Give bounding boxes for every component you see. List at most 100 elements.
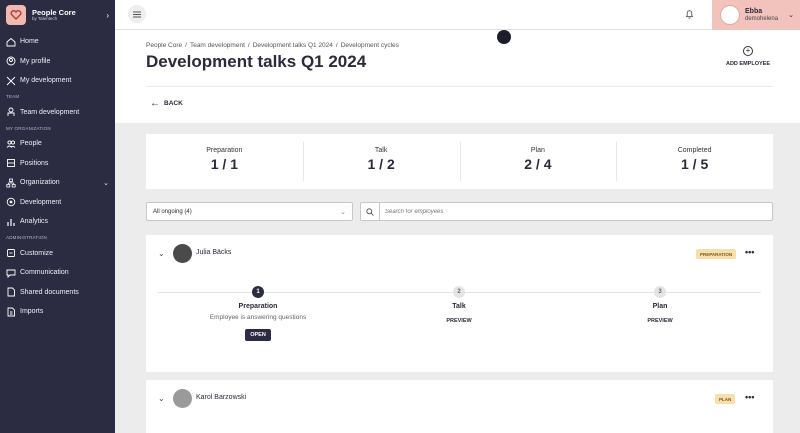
- user-handle: demohelena: [745, 15, 779, 22]
- chevron-down-icon[interactable]: ⌄: [158, 249, 165, 258]
- documents-icon: [6, 287, 16, 297]
- step-preparation: 1 Preparation Employee is answering ques…: [178, 286, 338, 341]
- plus-icon: +: [743, 46, 753, 56]
- sidebar-item-team-development[interactable]: Team development: [0, 103, 115, 123]
- step-subtitle: Employee is answering questions: [209, 314, 307, 321]
- sidebar-item-label: Communication: [20, 269, 69, 277]
- more-options-icon[interactable]: •••: [745, 392, 754, 402]
- more-options-icon[interactable]: •••: [745, 247, 754, 257]
- chevron-down-icon[interactable]: ⌄: [103, 179, 109, 187]
- stat-label: Preparation: [206, 147, 243, 154]
- breadcrumb: People Core / Team development / Development…: [146, 42, 399, 49]
- search-box[interactable]: [360, 202, 773, 221]
- sidebar-item-label: Organization: [20, 179, 60, 187]
- sidebar-item-positions[interactable]: Positions: [0, 154, 115, 174]
- menu-button[interactable]: [128, 5, 146, 23]
- sidebar-item-label: Positions: [20, 159, 49, 167]
- sidebar-item-label: Shared documents: [20, 288, 79, 296]
- stat-value: 2 / 4: [524, 156, 552, 172]
- sidebar-item-development[interactable]: Development: [0, 193, 115, 213]
- employee-name[interactable]: Julia Bäcks: [196, 249, 231, 256]
- add-employee-label: ADD EMPLOYEE: [725, 61, 770, 67]
- step-plan: 3 Plan PREVIEW: [580, 286, 740, 324]
- step-talk: 2 Talk PREVIEW: [379, 286, 539, 324]
- positions-icon: [6, 158, 16, 168]
- preview-link[interactable]: PREVIEW: [379, 318, 539, 324]
- employee-card-header: ⌄ Julia Bäcks PREPARATION •••: [146, 235, 773, 273]
- breadcrumb-item[interactable]: Team development: [190, 42, 245, 49]
- sidebar-item-label: My profile: [20, 57, 51, 65]
- chevron-right-icon[interactable]: ›: [106, 11, 109, 20]
- stat-value: 1 / 2: [367, 156, 395, 172]
- step-title: Preparation: [238, 303, 278, 310]
- customize-icon: [6, 248, 16, 258]
- sidebar-item-people[interactable]: People: [0, 134, 115, 154]
- search-input[interactable]: [380, 208, 760, 215]
- sidebar-item-organization[interactable]: Organization ⌄: [0, 173, 115, 193]
- section-label-team: TEAM: [6, 94, 20, 99]
- breadcrumb-separator: /: [247, 42, 250, 49]
- status-filter-value: All ongoing (4): [153, 208, 192, 215]
- development-icon: [6, 76, 16, 86]
- sidebar-item-label: My development: [20, 77, 72, 85]
- stat-label: Plan: [530, 147, 545, 154]
- brand-subtitle: by Talentech: [32, 16, 58, 21]
- brand[interactable]: People Core by Talentech ›: [0, 0, 115, 30]
- sidebar-item-label: Analytics: [20, 218, 49, 226]
- stat-completed: Completed 1 / 5: [616, 134, 773, 189]
- sidebar-item-home[interactable]: Home: [0, 32, 115, 52]
- add-employee-button[interactable]: + ADD EMPLOYEE: [723, 46, 773, 67]
- sidebar-item-label: Home: [20, 38, 39, 46]
- back-label: BACK: [164, 100, 183, 107]
- sidebar-item-my-development[interactable]: My development: [0, 71, 115, 91]
- employee-card: ⌄ Julia Bäcks PREPARATION ••• 1 Preparat…: [146, 235, 773, 372]
- employee-card: ⌄ Karol Barzowski PLAN •••: [146, 380, 773, 433]
- step-title: Plan: [652, 303, 668, 310]
- preview-link[interactable]: PREVIEW: [580, 318, 740, 324]
- top-bar: Ebba demohelena ⌄: [115, 0, 800, 30]
- profile-icon: [6, 56, 16, 66]
- sidebar-item-label: Team development: [20, 108, 80, 116]
- avatar: [173, 389, 192, 408]
- imports-icon: [6, 307, 16, 317]
- avatar: [173, 244, 192, 263]
- sidebar-item-imports[interactable]: Imports: [0, 302, 115, 322]
- stat-label: Completed: [677, 147, 712, 154]
- divider: [146, 86, 773, 87]
- stat-plan: Plan 2 / 4: [459, 134, 617, 189]
- hamburger-icon: [133, 5, 141, 23]
- people-icon: [6, 139, 16, 149]
- step-number: 2: [453, 286, 465, 298]
- status-filter-select[interactable]: All ongoing (4) ⌄: [146, 202, 353, 221]
- sidebar-item-communication[interactable]: Communication: [0, 263, 115, 283]
- sidebar-item-my-profile[interactable]: My profile: [0, 52, 115, 72]
- user-menu[interactable]: Ebba demohelena ⌄: [712, 0, 800, 30]
- step-number: 1: [252, 286, 264, 298]
- stat-value: 1 / 1: [210, 156, 238, 172]
- sidebar-item-label: Imports: [20, 308, 44, 316]
- breadcrumb-item[interactable]: Development talks Q1 2024: [253, 42, 333, 49]
- page-header: People Core / Team development / Development…: [115, 30, 800, 123]
- step-number: 3: [654, 286, 666, 298]
- back-button[interactable]: ← BACK: [150, 98, 183, 109]
- brand-name: People Core: [32, 7, 76, 17]
- bell-icon[interactable]: [682, 7, 696, 21]
- stat-preparation: Preparation 1 / 1: [146, 134, 303, 189]
- employee-card-header: ⌄ Karol Barzowski PLAN •••: [146, 380, 773, 418]
- chevron-down-icon: ⌄: [788, 12, 794, 19]
- breadcrumb-item[interactable]: Development cycles: [341, 42, 399, 49]
- employee-name[interactable]: Karol Barzowski: [196, 394, 246, 401]
- communication-icon: [6, 268, 16, 278]
- sidebar-item-customize[interactable]: Customize: [0, 244, 115, 264]
- breadcrumb-item[interactable]: People Core: [146, 42, 182, 49]
- home-icon: [6, 37, 16, 47]
- status-badge: PREPARATION: [696, 249, 737, 259]
- open-button[interactable]: OPEN: [245, 329, 271, 341]
- breadcrumb-separator: /: [335, 42, 338, 49]
- sidebar-item-analytics[interactable]: Analytics: [0, 212, 115, 232]
- organization-icon: [6, 178, 16, 188]
- avatar: [720, 5, 740, 25]
- section-label-my-organization: MY ORGANIZATION: [6, 125, 51, 131]
- chevron-down-icon[interactable]: ⌄: [158, 394, 165, 403]
- sidebar-item-shared-documents[interactable]: Shared documents: [0, 283, 115, 303]
